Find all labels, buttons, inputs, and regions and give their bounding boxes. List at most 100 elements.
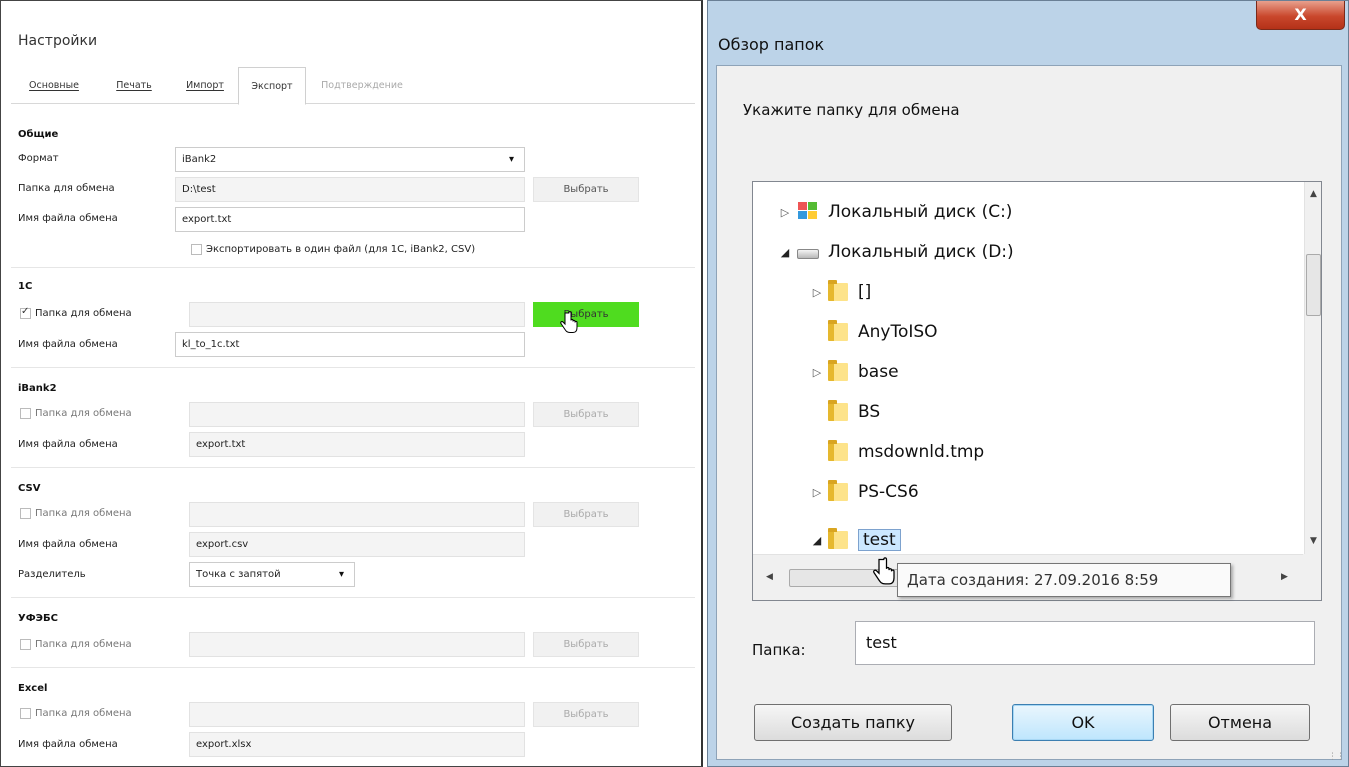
dialog-prompt: Укажите папку для обмена — [743, 101, 960, 119]
ufebs-folder-checkbox[interactable]: Папка для обмена — [20, 639, 132, 650]
single-file-label: Экспортировать в один файл (для 1С, iBan… — [206, 244, 476, 255]
collapse-arrow-icon[interactable]: ◢ — [810, 534, 824, 547]
scroll-right-icon[interactable]: ▶ — [1276, 569, 1293, 586]
tree-node-folder[interactable]: msdownld.tmp — [828, 432, 984, 472]
csv-folder-checkbox[interactable]: Папка для обмена — [20, 508, 132, 519]
folder-icon — [828, 528, 848, 549]
tree-node-label: Локальный диск (D:) — [828, 242, 1014, 262]
ibank2-folder-field[interactable] — [189, 402, 525, 427]
settings-title: Настройки — [18, 33, 98, 49]
tree-node-label: BS — [858, 402, 881, 422]
csv-folder-field[interactable] — [189, 502, 525, 527]
section-csv-heading: CSV — [18, 483, 41, 494]
close-button[interactable]: X — [1256, 1, 1345, 30]
vertical-scrollbar[interactable]: ▲ ▼ — [1304, 182, 1321, 554]
tree-node-drive-c[interactable]: ▷ Локальный диск (C:) — [778, 192, 1012, 232]
folder-input[interactable]: test — [855, 621, 1315, 665]
csv-file-value: export.csv — [196, 539, 249, 550]
folder-tree[interactable]: ▷ Локальный диск (C:) ◢ Локальный диск (… — [752, 181, 1322, 601]
tab-main[interactable]: Основные — [19, 67, 89, 104]
divider — [11, 667, 695, 668]
excel-folder-field[interactable] — [189, 702, 525, 727]
single-file-checkbox[interactable]: Экспортировать в один файл (для 1С, iBan… — [191, 244, 475, 255]
excel-folder-label: Папка для обмена — [35, 708, 132, 719]
tree-node-folder[interactable]: ▷ [] — [810, 272, 871, 312]
divider — [11, 367, 695, 368]
divider — [11, 467, 695, 468]
ibank2-file-label: Имя файла обмена — [18, 439, 118, 450]
general-folder-field[interactable]: D:\test — [175, 177, 525, 202]
csv-separator-value: Точка с запятой — [196, 569, 281, 580]
csv-file-field[interactable]: export.csv — [189, 532, 525, 557]
expand-arrow-icon[interactable]: ▷ — [778, 206, 792, 219]
tree-node-drive-d[interactable]: ◢ Локальный диск (D:) — [778, 232, 1014, 272]
section-excel-heading: Excel — [18, 683, 48, 694]
c1-choose-button[interactable]: Выбрать — [533, 302, 639, 327]
general-choose-button[interactable]: Выбрать — [533, 177, 639, 202]
ibank2-choose-button[interactable]: Выбрать — [533, 402, 639, 427]
ufebs-folder-field[interactable] — [189, 632, 525, 657]
c1-file-label: Имя файла обмена — [18, 339, 118, 350]
ibank2-folder-checkbox[interactable]: Папка для обмена — [20, 408, 132, 419]
tree-node-folder[interactable]: ▷ base — [810, 352, 899, 392]
excel-file-field[interactable]: export.xlsx — [189, 732, 525, 757]
general-file-label: Имя файла обмена — [18, 213, 118, 224]
collapse-arrow-icon[interactable]: ◢ — [778, 246, 792, 259]
tree-node-label: [] — [858, 282, 872, 302]
excel-choose-button[interactable]: Выбрать — [533, 702, 639, 727]
tree-node-label: msdownld.tmp — [858, 442, 985, 462]
settings-tabs: Основные Печать Импорт Экспорт Подтвержд… — [11, 67, 695, 105]
format-select[interactable]: iBank2 — [175, 147, 525, 172]
ibank2-file-value: export.txt — [196, 439, 246, 450]
c1-folder-checkbox-box[interactable] — [20, 306, 31, 319]
scroll-left-icon[interactable]: ◀ — [761, 569, 778, 586]
expand-arrow-icon[interactable]: ▷ — [810, 366, 824, 379]
ok-button[interactable]: OK — [1012, 704, 1154, 741]
c1-file-input[interactable]: kl_to_1c.txt — [175, 332, 525, 357]
windows-drive-icon — [796, 202, 820, 222]
excel-file-label: Имя файла обмена — [18, 739, 118, 750]
csv-folder-checkbox-box[interactable] — [20, 508, 31, 519]
vertical-scroll-thumb[interactable] — [1306, 254, 1321, 316]
csv-separator-select[interactable]: Точка с запятой — [189, 562, 355, 587]
scroll-down-icon[interactable]: ▼ — [1305, 533, 1321, 550]
tree-node-label: test — [858, 529, 901, 551]
excel-file-value: export.xlsx — [196, 739, 252, 750]
tree-node-label: base — [858, 362, 899, 382]
tree-node-folder[interactable]: BS — [828, 392, 880, 432]
excel-folder-checkbox[interactable]: Папка для обмена — [20, 708, 132, 719]
tab-confirmation[interactable]: Подтверждение — [318, 67, 406, 104]
c1-folder-field[interactable] — [189, 302, 525, 327]
csv-folder-label: Папка для обмена — [35, 508, 132, 519]
folder-icon — [828, 280, 848, 301]
settings-panel: Настройки Основные Печать Импорт Экспорт… — [0, 0, 703, 767]
folder-icon — [828, 440, 848, 461]
folder-icon — [828, 480, 848, 501]
tree-node-folder[interactable]: AnyToISO — [828, 312, 938, 352]
ufebs-choose-button[interactable]: Выбрать — [533, 632, 639, 657]
general-file-input[interactable]: export.txt — [175, 207, 525, 232]
tree-node-label: AnyToISO — [858, 322, 938, 342]
ufebs-folder-checkbox-box[interactable] — [20, 639, 31, 650]
excel-folder-checkbox-box[interactable] — [20, 708, 31, 719]
expand-arrow-icon[interactable]: ▷ — [810, 286, 824, 299]
tab-export[interactable]: Экспорт — [238, 67, 306, 105]
single-file-checkbox-box[interactable] — [191, 244, 202, 255]
csv-choose-button[interactable]: Выбрать — [533, 502, 639, 527]
ibank2-folder-checkbox-box[interactable] — [20, 408, 31, 419]
resize-grip-icon[interactable]: ⋮⋮ — [1328, 752, 1345, 762]
hand-cursor-icon — [560, 311, 578, 333]
folder-icon — [828, 320, 848, 341]
browse-folder-dialog: Обзор папок X Укажите папку для обмена ▷… — [707, 0, 1349, 767]
divider — [11, 267, 695, 268]
expand-arrow-icon[interactable]: ▷ — [810, 486, 824, 499]
tree-node-folder[interactable]: ▷ PS-CS6 — [810, 472, 919, 512]
divider — [11, 597, 695, 598]
c1-folder-checkbox[interactable]: Папка для обмена — [20, 306, 132, 319]
tab-import[interactable]: Импорт — [175, 67, 235, 104]
scroll-up-icon[interactable]: ▲ — [1305, 186, 1321, 203]
tab-print[interactable]: Печать — [105, 67, 163, 104]
cancel-button[interactable]: Отмена — [1170, 704, 1310, 741]
create-folder-button[interactable]: Создать папку — [754, 704, 952, 741]
ibank2-file-field[interactable]: export.txt — [189, 432, 525, 457]
